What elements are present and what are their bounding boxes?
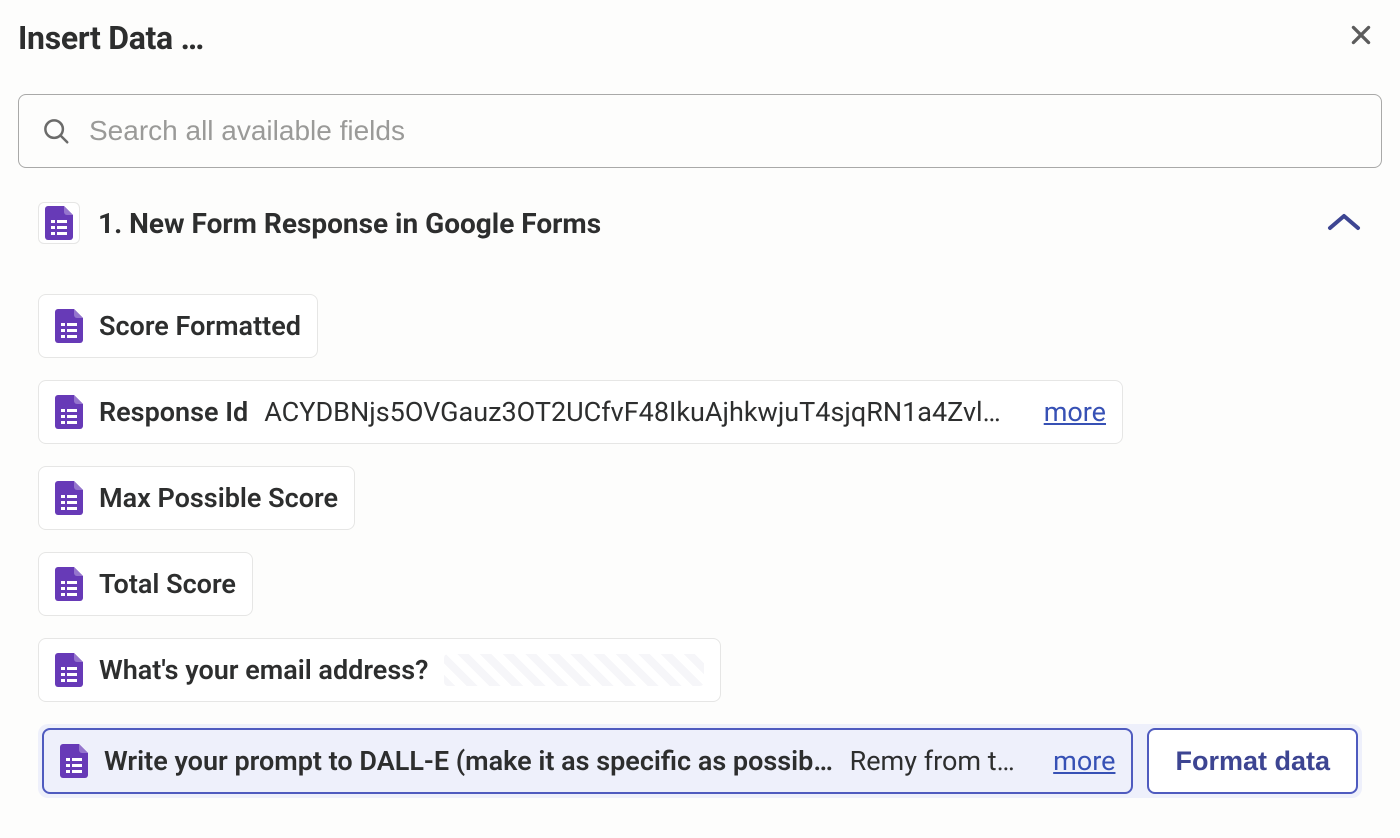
search-input[interactable] (89, 115, 1359, 147)
field-label: What's your email address? (99, 654, 428, 686)
field-label: Score Formatted (99, 310, 301, 342)
search-field[interactable] (18, 94, 1382, 168)
google-forms-icon (55, 395, 83, 429)
google-forms-icon (55, 567, 83, 601)
modal-header: Insert Data … (18, 18, 1382, 58)
field-label: Total Score (99, 568, 236, 600)
section-header[interactable]: 1. New Form Response in Google Forms (38, 202, 1362, 244)
field-label: Max Possible Score (99, 482, 338, 514)
google-forms-icon (55, 309, 83, 343)
search-icon (41, 116, 71, 146)
selected-field-row: Write your prompt to DALL-E (make it as … (38, 724, 1362, 798)
more-link[interactable]: more (1053, 745, 1115, 777)
google-forms-icon (38, 202, 80, 244)
more-link[interactable]: more (1044, 396, 1106, 428)
field-value: ACYDBNjs5OVGauz3OT2UCfvF48IkuAjhkwjuT4sj… (264, 396, 1016, 428)
field-max-possible-score[interactable]: Max Possible Score (38, 466, 355, 530)
section-title: 1. New Form Response in Google Forms (98, 207, 601, 240)
modal-title: Insert Data … (18, 19, 204, 57)
field-value: Remy from th… (850, 745, 1026, 777)
field-label: Write your prompt to DALL-E (make it as … (104, 745, 834, 777)
google-forms-icon (55, 481, 83, 515)
field-label: Response Id (99, 396, 248, 428)
field-response-id[interactable]: Response Id ACYDBNjs5OVGauz3OT2UCfvF48Ik… (38, 380, 1123, 444)
close-icon (1348, 22, 1374, 48)
field-prompt-question[interactable]: Write your prompt to DALL-E (make it as … (42, 728, 1133, 794)
close-button[interactable] (1340, 18, 1382, 58)
format-data-button[interactable]: Format data (1147, 728, 1358, 794)
chevron-up-icon[interactable] (1326, 204, 1362, 242)
google-forms-icon (55, 653, 83, 687)
insert-data-modal: Insert Data … 1. New Form Response in Go… (0, 0, 1400, 822)
field-total-score[interactable]: Total Score (38, 552, 253, 616)
google-forms-icon (60, 744, 88, 778)
field-email-question[interactable]: What's your email address? (38, 638, 721, 702)
redacted-value (444, 654, 704, 686)
results-panel: 1. New Form Response in Google Forms Sco… (18, 202, 1382, 798)
field-score-formatted[interactable]: Score Formatted (38, 294, 318, 358)
